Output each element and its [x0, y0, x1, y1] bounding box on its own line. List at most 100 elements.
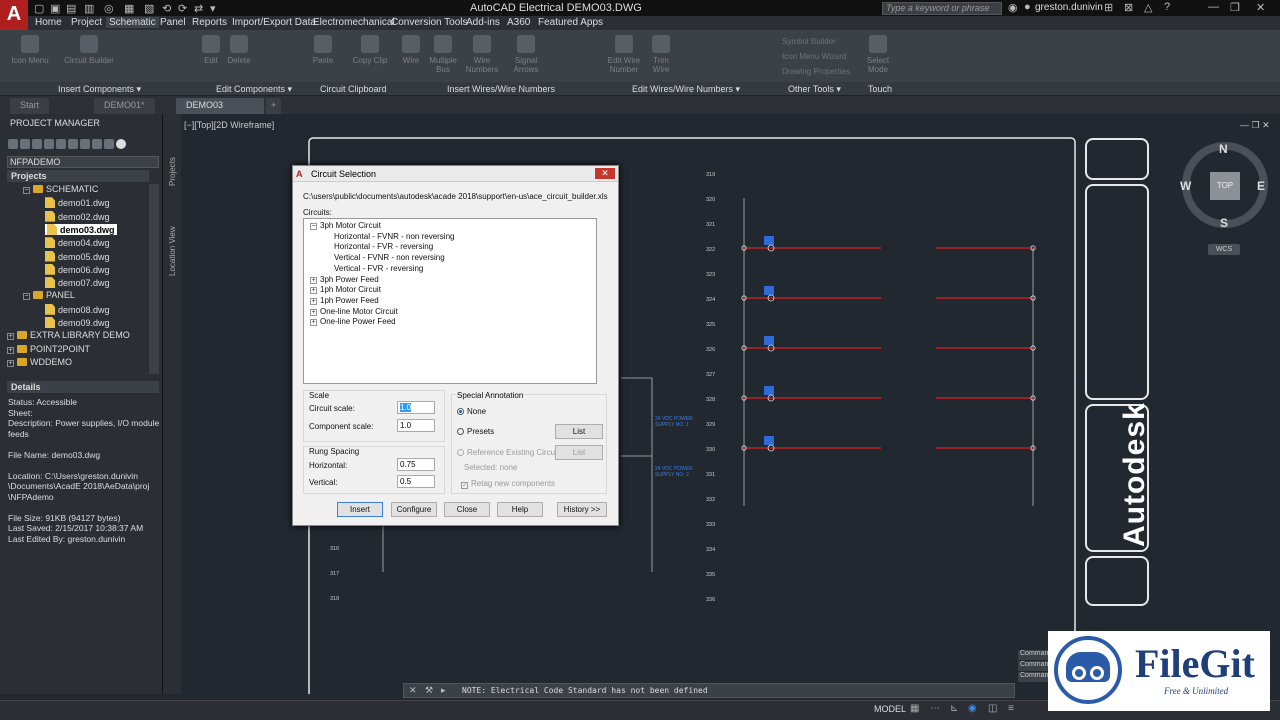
edit-button[interactable]: Edit: [200, 35, 222, 77]
insert-button[interactable]: Insert: [337, 502, 383, 517]
circuit-template-item[interactable]: Vertical - FVNR - non reversing: [334, 253, 445, 262]
presets-list-button[interactable]: List: [555, 424, 603, 439]
projects-side-tab[interactable]: Projects: [168, 157, 177, 186]
expand-toggle-icon[interactable]: +: [310, 308, 317, 316]
edit-wire-number-button[interactable]: Edit Wire Number: [600, 35, 648, 77]
publish-icon[interactable]: [80, 139, 90, 149]
binoculars-icon[interactable]: ◉: [1008, 1, 1018, 14]
wcs-menu[interactable]: WCS: [1208, 244, 1240, 255]
help-icon[interactable]: ?: [1164, 1, 1170, 13]
panel-edit-wires[interactable]: Edit Wires/Wire Numbers ▾: [632, 84, 740, 95]
osnap-icon[interactable]: ◫: [988, 703, 997, 714]
circuit-template-item[interactable]: Vertical - FVR - reversing: [334, 264, 423, 273]
file-tab-demo03[interactable]: DEMO03: [176, 98, 264, 114]
tree-drawing-item[interactable]: demo04.dwg: [45, 237, 110, 249]
wire-button[interactable]: Wire: [398, 35, 424, 77]
exchange-icon[interactable]: ⊠: [1124, 1, 1133, 14]
multiple-bus-button[interactable]: Multiple Bus: [426, 35, 460, 77]
circuit-category-item[interactable]: + One-line Motor Circuit: [310, 307, 398, 316]
share-icon[interactable]: ⇄: [194, 2, 203, 15]
configure-button[interactable]: Configure: [391, 502, 437, 517]
command-recent-icon[interactable]: ▸: [441, 685, 446, 696]
properties-icon[interactable]: [56, 139, 66, 149]
compass-south[interactable]: S: [1220, 216, 1228, 230]
open-project-icon[interactable]: [8, 139, 18, 149]
expand-toggle-icon[interactable]: +: [7, 346, 14, 354]
panel-touch[interactable]: Touch: [868, 84, 892, 94]
circuit-category-item[interactable]: −3ph Motor Circuit: [310, 221, 381, 230]
tree-folder-item[interactable]: − SCHEMATIC: [23, 184, 98, 194]
copy-clip-button[interactable]: Copy Clip: [350, 35, 390, 77]
tree-drawing-item[interactable]: demo06.dwg: [45, 263, 110, 275]
new-drawing-icon[interactable]: [32, 139, 42, 149]
expand-toggle-icon[interactable]: +: [310, 276, 317, 284]
circuit-builder-button[interactable]: Circuit Builder: [60, 35, 118, 77]
compass-east[interactable]: E: [1257, 179, 1265, 193]
expand-toggle-icon[interactable]: +: [310, 319, 317, 327]
none-radio[interactable]: None: [457, 407, 486, 416]
tree-project-item[interactable]: + WDDEMO: [7, 357, 72, 367]
drawing-properties-item[interactable]: Drawing Properties: [782, 67, 850, 76]
circuit-template-item[interactable]: Horizontal - FVR - reversing: [334, 242, 433, 251]
new-project-icon[interactable]: [20, 139, 30, 149]
new-tab-button[interactable]: +: [266, 98, 282, 114]
saveas-icon[interactable]: ▥: [84, 2, 94, 15]
tree-drawing-item[interactable]: demo09.dwg: [45, 317, 110, 328]
expand-toggle-icon[interactable]: +: [310, 297, 317, 305]
tree-drawing-item[interactable]: demo01.dwg: [45, 197, 110, 209]
help-button[interactable]: Help: [497, 502, 543, 517]
tab-project[interactable]: Project: [71, 17, 102, 28]
redo-icon[interactable]: ⟳: [178, 2, 187, 15]
circuits-tree[interactable]: −3ph Motor Circuit Horizontal - FVNR - no…: [303, 218, 597, 384]
tab-panel[interactable]: Panel: [160, 17, 186, 28]
plot-icon[interactable]: [92, 139, 102, 149]
compass-west[interactable]: W: [1180, 179, 1191, 193]
new-icon[interactable]: ▢: [34, 2, 44, 15]
utilities-icon[interactable]: [104, 139, 114, 149]
task-list-icon[interactable]: [68, 139, 78, 149]
snap-icon[interactable]: ⋯: [930, 703, 940, 714]
tab-add-ins[interactable]: Add-ins: [466, 17, 500, 28]
tree-drawing-item[interactable]: demo07.dwg: [45, 277, 110, 289]
print-icon[interactable]: ▦: [124, 2, 134, 15]
circuit-category-item[interactable]: +3ph Power Feed: [310, 275, 379, 284]
grid-icon[interactable]: ▦: [910, 703, 919, 714]
lineweight-icon[interactable]: ≡: [1008, 703, 1014, 714]
presets-radio[interactable]: Presets: [457, 427, 494, 436]
open-icon[interactable]: ▣: [50, 2, 60, 15]
tree-folder-item[interactable]: − PANEL: [23, 290, 75, 301]
compass-north[interactable]: N: [1219, 142, 1228, 156]
horizontal-input[interactable]: 0.75: [397, 458, 435, 471]
delete-button[interactable]: Delete: [226, 35, 252, 77]
circuit-category-item[interactable]: +1ph Power Feed: [310, 296, 379, 305]
tree-project-item[interactable]: + POINT2POINT: [7, 344, 90, 354]
search-input[interactable]: Type a keyword or phrase: [882, 2, 1002, 15]
minimize-icon[interactable]: —: [1208, 1, 1219, 13]
panel-insert-components[interactable]: Insert Components ▾: [58, 84, 141, 95]
undo-icon[interactable]: ⟲: [162, 2, 171, 15]
command-close-icon[interactable]: ✕: [409, 685, 417, 696]
select-mode-button[interactable]: Select Mode: [864, 35, 892, 77]
tab-home[interactable]: Home: [35, 17, 62, 28]
expand-toggle-icon[interactable]: −: [23, 293, 30, 301]
reference-radio[interactable]: Reference Existing Circuit: [457, 448, 559, 457]
wire-numbers-button[interactable]: Wire Numbers: [462, 35, 502, 77]
tab-schematic[interactable]: Schematic: [106, 17, 159, 28]
polar-icon[interactable]: ◉: [968, 703, 977, 714]
circuit-template-item[interactable]: Horizontal - FVNR - non reversing: [334, 232, 454, 241]
panel-circuit-clipboard[interactable]: Circuit Clipboard: [320, 84, 387, 94]
expand-toggle-icon[interactable]: −: [23, 187, 30, 194]
tree-drawing-item[interactable]: demo03.dwg: [45, 223, 117, 235]
symbol-builder-item[interactable]: Symbol Builder: [782, 37, 836, 46]
project-help-icon[interactable]: [116, 139, 126, 149]
model-space-button[interactable]: MODEL: [874, 704, 906, 714]
dialog-close-button[interactable]: ✕: [595, 168, 615, 179]
tree-scrollbar[interactable]: [149, 184, 159, 374]
refresh-icon[interactable]: [44, 139, 54, 149]
qat-dropdown-icon[interactable]: ▾: [210, 2, 216, 15]
tab-electromechanical[interactable]: Electromechanical: [313, 17, 395, 28]
expand-toggle-icon[interactable]: +: [310, 287, 317, 295]
icon-menu-button[interactable]: Icon Menu: [8, 35, 52, 77]
signal-arrows-button[interactable]: Signal Arrows: [506, 35, 546, 77]
location-view-side-tab[interactable]: Location View: [168, 226, 177, 276]
